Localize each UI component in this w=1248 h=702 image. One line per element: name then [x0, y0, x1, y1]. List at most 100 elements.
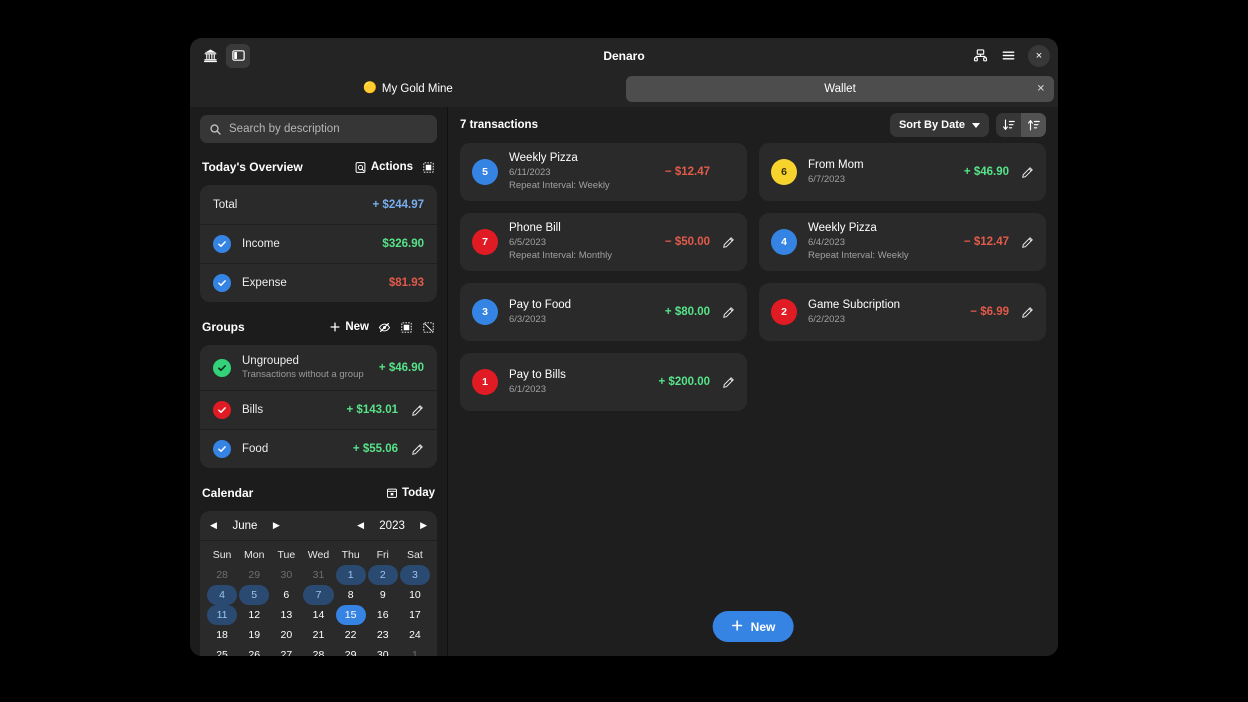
select-all-groups-icon[interactable]: [400, 321, 413, 334]
hide-all-groups-icon[interactable]: [378, 321, 391, 334]
transaction-card[interactable]: 7 Phone Bill 6/5/2023 Repeat Interval: Mont…: [460, 213, 747, 271]
transactions-controls: Sort By Date: [889, 113, 1046, 137]
calendar-day[interactable]: 1: [335, 565, 366, 585]
calendar-day[interactable]: 24: [400, 625, 430, 645]
tab-my-gold-mine[interactable]: 🟡 My Gold Mine: [194, 76, 622, 102]
row-label: Income: [242, 238, 280, 250]
calendar-day[interactable]: 16: [368, 605, 398, 625]
calendar-day[interactable]: 25: [207, 645, 237, 656]
calendar-day-header: Thu: [341, 549, 360, 561]
checkbox-group-ungrouped[interactable]: [213, 358, 231, 377]
calendar-day[interactable]: 9: [368, 585, 398, 605]
edit-transaction-icon[interactable]: [1021, 166, 1034, 179]
edit-transaction-icon[interactable]: [722, 306, 735, 319]
calendar-day[interactable]: 19: [239, 625, 269, 645]
edit-transaction-icon[interactable]: [1021, 236, 1034, 249]
sort-by-dropdown[interactable]: Sort By Date: [889, 113, 989, 137]
checkbox-group-food[interactable]: [213, 440, 231, 458]
group-text: Food: [242, 442, 268, 456]
transaction-card[interactable]: 6 From Mom 6/7/2023 + $46.90: [759, 143, 1046, 201]
app-window: Denaro × 🟡 My Gold Mine Wallet ✕ Search …: [190, 38, 1058, 656]
calendar-day[interactable]: 23: [368, 625, 398, 645]
actions-button[interactable]: Actions: [354, 161, 413, 174]
sidebar-toggle-icon[interactable]: [226, 43, 250, 68]
calendar-day[interactable]: 10: [400, 585, 430, 605]
calendar-day[interactable]: 8: [336, 585, 366, 605]
row-value: $326.90: [382, 238, 424, 250]
calendar-day[interactable]: 18: [207, 625, 237, 645]
checkbox-expense[interactable]: [213, 274, 231, 292]
edit-transaction-icon[interactable]: [1021, 306, 1034, 319]
transaction-card[interactable]: 5 Weekly Pizza 6/11/2023 Repeat Interval: W…: [460, 143, 747, 201]
calendar-day[interactable]: 22: [336, 625, 366, 645]
year-label: 2023: [379, 519, 405, 532]
overview-row-income[interactable]: Income $326.90: [200, 224, 437, 263]
search-input[interactable]: Search by description: [200, 115, 437, 143]
sort-descending-button[interactable]: [996, 113, 1021, 137]
group-row-ungrouped[interactable]: Ungrouped Transactions without a group +…: [200, 345, 437, 390]
calendar-day[interactable]: 13: [271, 605, 301, 625]
calendar-day[interactable]: 11: [207, 605, 238, 625]
calendar-day[interactable]: 28: [303, 645, 333, 656]
calendar-day[interactable]: 5: [239, 585, 270, 605]
edit-transaction-icon[interactable]: [722, 376, 735, 389]
calendar-day[interactable]: 28: [207, 565, 237, 585]
calendar-day[interactable]: 6: [271, 585, 301, 605]
calendar-day[interactable]: 15: [335, 605, 366, 625]
bank-icon[interactable]: [198, 44, 222, 68]
calendar-day[interactable]: 26: [239, 645, 269, 656]
deselect-all-groups-icon[interactable]: [422, 321, 435, 334]
new-transaction-button[interactable]: New: [712, 611, 794, 642]
transaction-card[interactable]: 4 Weekly Pizza 6/4/2023 Repeat Interval: We…: [759, 213, 1046, 271]
menu-icon[interactable]: [996, 44, 1020, 68]
row-value: + $244.97: [372, 198, 424, 211]
calendar-day[interactable]: 20: [271, 625, 301, 645]
tab-wallet[interactable]: Wallet ✕: [626, 75, 1054, 102]
edit-transaction-icon[interactable]: [722, 236, 735, 249]
transaction-name: Phone Bill: [509, 222, 561, 235]
new-group-button[interactable]: New: [329, 321, 369, 333]
calendar-day[interactable]: 30: [368, 645, 398, 656]
calendar-day[interactable]: 1: [400, 645, 430, 656]
row-label: Total: [213, 198, 238, 211]
prev-month-icon[interactable]: ◀: [208, 519, 219, 532]
transaction-card[interactable]: 1 Pay to Bills 6/1/2023 + $200.00: [460, 353, 747, 411]
calendar-day[interactable]: 7: [303, 585, 334, 605]
overview-row-expense[interactable]: Expense $81.93: [200, 263, 437, 302]
group-row-food[interactable]: Food + $55.06: [200, 429, 437, 468]
calendar-day[interactable]: 12: [239, 605, 269, 625]
calendar-day[interactable]: 2: [367, 565, 398, 585]
dashboard-icon[interactable]: [968, 44, 992, 68]
groups-title: Groups: [202, 320, 245, 334]
edit-group-icon[interactable]: [411, 404, 424, 417]
plus-icon: [329, 321, 341, 333]
window-close-button[interactable]: ×: [1028, 44, 1050, 67]
close-icon[interactable]: ✕: [1037, 83, 1045, 94]
group-row-bills[interactable]: Bills + $143.01: [200, 390, 437, 429]
calendar-day[interactable]: 29: [336, 645, 366, 656]
today-button[interactable]: Today: [386, 487, 435, 499]
calendar-day[interactable]: 3: [399, 565, 430, 585]
calendar-day[interactable]: 31: [303, 565, 333, 585]
checkbox-income[interactable]: [213, 235, 231, 253]
calendar-day[interactable]: 27: [271, 645, 301, 656]
transaction-card[interactable]: 3 Pay to Food 6/3/2023 + $80.00: [460, 283, 747, 341]
calendar-day[interactable]: 4: [207, 585, 238, 605]
sort-ascending-button[interactable]: [1021, 113, 1046, 137]
calendar-day[interactable]: 14: [303, 605, 333, 625]
calendar-day[interactable]: 21: [303, 625, 333, 645]
checkbox-group-bills[interactable]: [213, 401, 231, 419]
next-year-icon[interactable]: ▶: [418, 519, 429, 532]
edit-group-icon[interactable]: [411, 443, 424, 456]
document-actions-icon: [354, 161, 367, 174]
sort-by-label: Sort By Date: [898, 119, 965, 131]
select-all-icon[interactable]: [422, 161, 435, 174]
prev-year-icon[interactable]: ◀: [355, 519, 366, 532]
next-month-icon[interactable]: ▶: [271, 519, 282, 532]
calendar-day[interactable]: 30: [271, 565, 301, 585]
calendar-day[interactable]: 17: [400, 605, 430, 625]
group-text: Ungrouped Transactions without a group: [242, 354, 364, 380]
transaction-card[interactable]: 2 Game Subcription 6/2/2023 − $6.99: [759, 283, 1046, 341]
calendar-day[interactable]: 29: [239, 565, 269, 585]
calendar-day-header: Mon: [243, 549, 265, 561]
